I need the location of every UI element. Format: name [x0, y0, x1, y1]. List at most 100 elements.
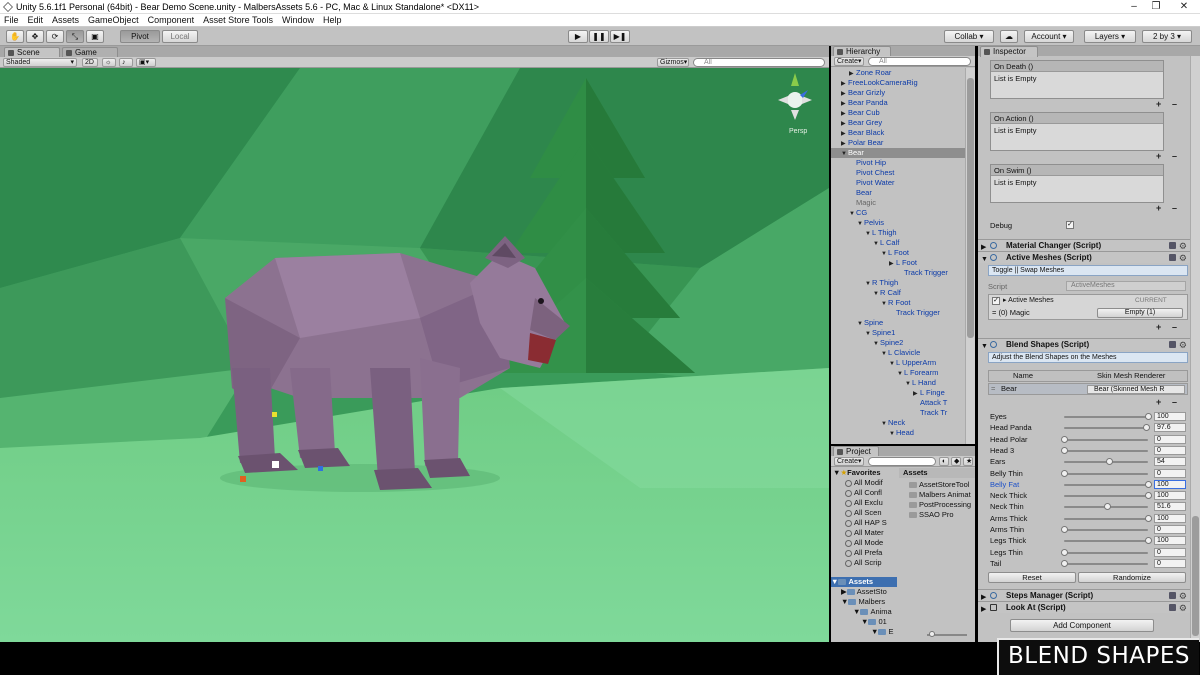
slider-knob[interactable]: [1145, 537, 1152, 545]
project-search-input[interactable]: [868, 457, 936, 466]
hierarchy-scroll-thumb[interactable]: [967, 78, 974, 338]
slider-knob[interactable]: [1104, 503, 1112, 511]
active-meshes-header[interactable]: ▼ Active Meshes (Script) ⚙: [978, 251, 1190, 263]
hierarchy-item[interactable]: ▼R Foot: [831, 298, 965, 308]
foldout-arrow-icon[interactable]: ▼: [857, 219, 864, 228]
asset-tree-item[interactable]: ▼ E: [871, 627, 897, 637]
hierarchy-item[interactable]: Track Trigger: [831, 308, 965, 318]
active-meshes-checkbox[interactable]: ✓: [992, 297, 1000, 305]
reference-icon[interactable]: [1169, 604, 1176, 611]
hierarchy-scrollbar[interactable]: [965, 68, 975, 444]
event-remove-minus-icon[interactable]: –: [1172, 203, 1177, 213]
foldout-arrow-icon[interactable]: ▼: [831, 577, 838, 586]
asset-tree-item[interactable]: ▼ Malbers: [841, 597, 897, 607]
mesh-list-minus-icon[interactable]: –: [1172, 322, 1177, 332]
filter-type-icon[interactable]: ◐: [939, 457, 949, 466]
hierarchy-item[interactable]: ▶ L Finge: [831, 388, 965, 398]
foldout-arrow-icon[interactable]: ▶: [841, 79, 848, 88]
hierarchy-item[interactable]: ▶ FreeLookCameraRig: [831, 78, 965, 88]
foldout-arrow-icon[interactable]: ▼: [881, 419, 888, 428]
hierarchy-item[interactable]: ▼Spine: [831, 318, 965, 328]
effects-icon[interactable]: ▣▾: [136, 58, 156, 67]
reference-icon[interactable]: [1169, 341, 1176, 348]
foldout-arrow-icon[interactable]: ▼: [889, 359, 896, 368]
foldout-arrow-icon[interactable]: ▶: [841, 99, 848, 108]
hierarchy-item[interactable]: ▼L Calf: [831, 238, 965, 248]
maximize-icon[interactable]: ❐: [1146, 1, 1166, 13]
menu-item[interactable]: File: [4, 15, 19, 25]
blend-shape-slider[interactable]: [1061, 435, 1148, 443]
foldout-arrow-icon[interactable]: ▼: [865, 229, 872, 238]
foldout-arrow-icon[interactable]: ▶: [841, 587, 847, 596]
hierarchy-item[interactable]: Bear: [831, 188, 965, 198]
foldout-arrow-icon[interactable]: ▶: [913, 389, 920, 398]
layers-dropdown[interactable]: Layers ▾: [1084, 30, 1136, 43]
tab-inspector[interactable]: Inspector: [980, 46, 1038, 57]
asset-folder[interactable]: AssetStoreTool: [909, 480, 975, 490]
foldout-arrow-icon[interactable]: ▼: [881, 249, 888, 258]
favorite-item[interactable]: All Exclu: [845, 498, 897, 508]
hierarchy-item[interactable]: ▼Spine1: [831, 328, 965, 338]
blend-shape-value-field[interactable]: 51.6: [1154, 502, 1186, 512]
collab-dropdown[interactable]: Collab ▾: [944, 30, 994, 43]
favorite-star-icon[interactable]: ★: [963, 457, 973, 466]
hierarchy-item[interactable]: ▶ Polar Bear: [831, 138, 965, 148]
blend-shape-value-field[interactable]: 0: [1154, 445, 1186, 455]
event-remove-minus-icon[interactable]: –: [1172, 151, 1177, 161]
foldout-arrow-icon[interactable]: ▼: [841, 597, 848, 606]
favorite-item[interactable]: All HAP S: [845, 518, 897, 528]
slider-knob[interactable]: [1061, 435, 1068, 443]
foldout-arrow-icon[interactable]: ▼: [881, 299, 888, 308]
blend-shape-slider[interactable]: [1064, 424, 1150, 432]
minimize-icon[interactable]: –: [1124, 1, 1144, 13]
foldout-arrow-icon[interactable]: ▼: [849, 209, 856, 218]
inspector-scrollbar[interactable]: [1190, 56, 1200, 642]
foldout-arrow-icon[interactable]: ▶: [841, 129, 848, 138]
blend-shape-slider[interactable]: [1064, 492, 1152, 500]
scene-search-input[interactable]: All: [693, 58, 825, 67]
blend-shape-slider[interactable]: [1064, 503, 1148, 511]
hierarchy-item[interactable]: ▼L Foot: [831, 248, 965, 258]
hierarchy-item[interactable]: ▼R Thigh: [831, 278, 965, 288]
move-tool-icon[interactable]: ✥: [26, 30, 44, 43]
blend-shape-value-field[interactable]: 97.6: [1154, 423, 1186, 433]
slider-knob[interactable]: [1061, 469, 1068, 477]
blend-shape-slider[interactable]: [1061, 548, 1148, 556]
blend-shape-value-field[interactable]: 0: [1154, 468, 1186, 478]
hierarchy-item[interactable]: ▶ Zone Roar: [831, 68, 965, 78]
component-enabled-checkbox[interactable]: [990, 604, 997, 611]
reference-icon[interactable]: [1169, 254, 1176, 261]
slider-knob[interactable]: [1142, 424, 1150, 432]
hierarchy-item[interactable]: ▼L Thigh: [831, 228, 965, 238]
settings-gear-icon[interactable]: ⚙: [1179, 252, 1187, 264]
hierarchy-item[interactable]: ▼Bear: [831, 148, 965, 158]
hierarchy-item[interactable]: ▼Neck: [831, 418, 965, 428]
hierarchy-item[interactable]: Pivot Water: [831, 178, 965, 188]
foldout-arrow-icon[interactable]: ▼: [857, 319, 864, 328]
reset-button[interactable]: Reset: [988, 572, 1076, 583]
favorites-header[interactable]: ▼★Favorites: [833, 468, 897, 478]
debug-checkbox[interactable]: ✓: [1066, 221, 1074, 229]
blend-mesh-row[interactable]: = Bear Bear (Skinned Mesh R: [988, 383, 1188, 395]
menu-item[interactable]: Help: [323, 15, 342, 25]
close-icon[interactable]: ✕: [1174, 1, 1194, 13]
slider-knob[interactable]: [1061, 559, 1068, 567]
event-add-plus-icon[interactable]: +: [1156, 151, 1161, 161]
reference-icon[interactable]: [1169, 242, 1176, 249]
foldout-arrow-icon[interactable]: ▼: [873, 239, 880, 248]
favorite-item[interactable]: All Scrip: [845, 558, 897, 568]
settings-gear-icon[interactable]: ⚙: [1179, 602, 1187, 614]
favorite-item[interactable]: All Mode: [845, 538, 897, 548]
hierarchy-item[interactable]: ▶ Bear Cub: [831, 108, 965, 118]
scene-view[interactable]: Persp: [0, 68, 829, 642]
hierarchy-item[interactable]: Attack T: [831, 398, 965, 408]
filter-label-icon[interactable]: ◆: [951, 457, 961, 466]
foldout-arrow-icon[interactable]: ▼: [873, 289, 880, 298]
foldout-arrow-icon[interactable]: ▶: [849, 69, 856, 78]
randomize-button[interactable]: Randomize: [1078, 572, 1186, 583]
2d-toggle[interactable]: 2D: [82, 58, 98, 67]
settings-gear-icon[interactable]: ⚙: [1179, 339, 1187, 351]
play-button[interactable]: ▶: [568, 30, 588, 43]
slider-knob[interactable]: [1061, 548, 1068, 556]
blend-shape-value-field[interactable]: 0: [1154, 434, 1186, 444]
